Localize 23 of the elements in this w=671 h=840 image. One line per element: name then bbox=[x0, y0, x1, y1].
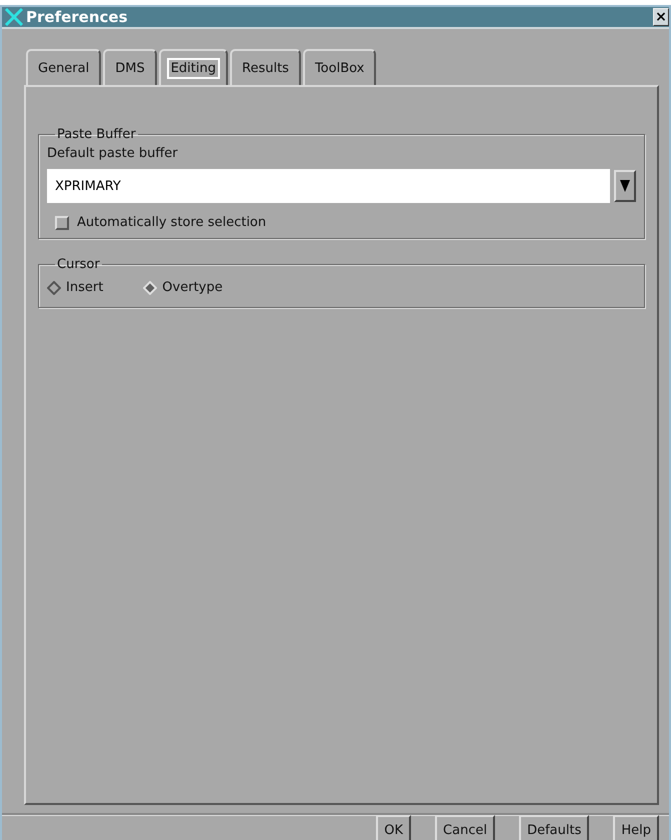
checkbox[interactable] bbox=[55, 216, 69, 230]
group-title: Paste Buffer bbox=[56, 127, 137, 142]
dropdown-button[interactable] bbox=[614, 170, 636, 202]
dialog-button[interactable]: Help bbox=[613, 815, 659, 840]
tab[interactable]: ToolBox bbox=[302, 49, 376, 85]
radio-button[interactable] bbox=[47, 280, 61, 294]
tab[interactable]: Editing bbox=[158, 49, 228, 85]
field-label: Default paste buffer bbox=[47, 146, 179, 161]
window-title: Preferences bbox=[26, 8, 129, 26]
tab[interactable]: DMS bbox=[103, 49, 157, 85]
close-button[interactable]: × bbox=[653, 8, 669, 26]
x-logo-icon bbox=[4, 7, 24, 27]
dialog-button[interactable]: Cancel bbox=[435, 815, 496, 840]
input-field[interactable]: XPRIMARY bbox=[47, 169, 610, 203]
checkbox-label: Automatically store selection bbox=[77, 215, 266, 230]
radio-label: Overtype bbox=[162, 280, 223, 295]
tab[interactable]: General bbox=[26, 49, 102, 85]
radio-label: Insert bbox=[66, 280, 104, 295]
dialog-button[interactable]: OK bbox=[376, 815, 412, 840]
dialog-button[interactable]: Defaults bbox=[519, 815, 590, 840]
group-title: Cursor bbox=[56, 257, 101, 272]
tab[interactable]: Results bbox=[230, 49, 301, 85]
caret-icon bbox=[620, 179, 630, 193]
